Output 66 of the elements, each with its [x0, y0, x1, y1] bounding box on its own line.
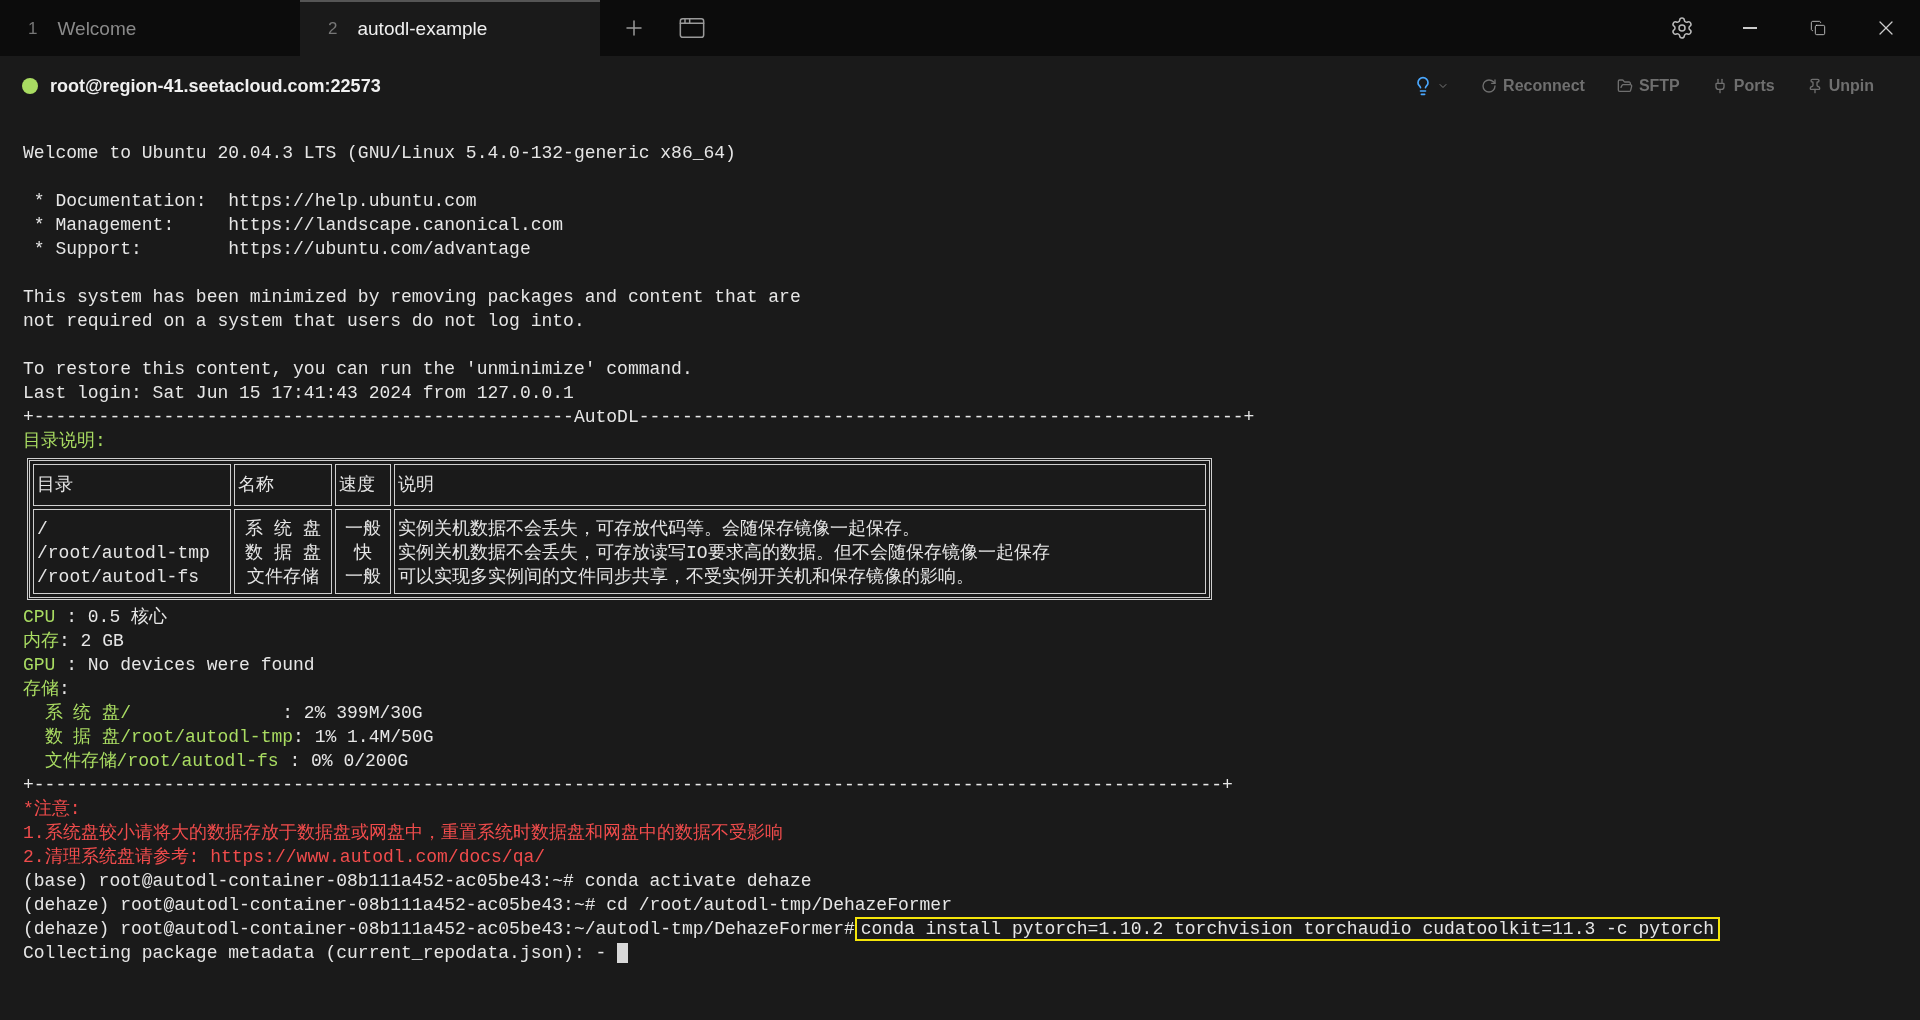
minimize-icon: [1743, 27, 1757, 29]
table-cell-text: 快: [352, 542, 373, 565]
tab-number: 1: [28, 18, 38, 41]
stat-value: : 2 GB: [59, 630, 124, 653]
table-cell-text: 实例关机数据不会丢失，可存放读写IO要求高的数据。但不会随保存镜像一起保存: [398, 542, 1051, 565]
table-header-cell: 目录: [33, 464, 231, 506]
folder-icon: [1616, 78, 1633, 94]
tab[interactable]: 2 autodl-example: [300, 0, 600, 56]
terminal-line: * Support: https://ubuntu.com/advantage: [32, 238, 532, 261]
shell-prompt: (base) root@autodl-container-08b111a452-ac05be43:~#: [23, 870, 575, 893]
shell-prompt: (dehaze) root@autodl-container-08b111a452-ac05be43:~#: [23, 894, 597, 917]
stat-label: 文件存储/root/autodl-fs: [43, 750, 280, 773]
stat-label: GPU: [23, 654, 57, 677]
table-header-cell: 说明: [394, 464, 1206, 506]
stat-label: 系 统 盘/: [43, 702, 132, 725]
tab-number: 2: [328, 18, 338, 41]
table-cell-text: 文件存储: [246, 566, 320, 589]
stat-value: :: [59, 678, 70, 701]
stat-label: 存储: [23, 678, 59, 701]
stat-label: CPU: [23, 606, 57, 629]
stat-value: : 0.5 核心: [66, 606, 168, 629]
table-cell-text: 系 统 盘: [244, 518, 322, 541]
table-cell-text: /: [37, 518, 49, 541]
reconnect-button[interactable]: Reconnect: [1473, 70, 1593, 102]
table-header-cell: 速度: [335, 464, 391, 506]
table-cell-text: /root/autodl-fs: [37, 566, 201, 589]
stat-value: : No devices were found: [66, 654, 315, 677]
tab-label: Welcome: [57, 16, 137, 41]
table-header-cell: 名称: [234, 464, 332, 506]
terminal-line: To restore this content, you can run the 'unminimize' command.: [23, 358, 694, 381]
terminal-line: Collecting package metadata (current_repodata.json): -: [23, 942, 608, 965]
table-cell-text: 实例关机数据不会丢失，可存放代码等。会随保存镜像一起保存。: [398, 518, 921, 541]
shell-command: conda install pytorch=1.10.2 torchvision torchaudio cudatoolkit=11.3 -c pytorch: [854, 917, 1721, 941]
terminal-line: not required on a system that users do not log into.: [23, 310, 586, 333]
terminal-line: * Documentation: https://help.ubuntu.com: [32, 190, 478, 213]
restore-icon: [1810, 20, 1826, 36]
settings-icon: [1670, 16, 1694, 40]
table-cell-text: 可以实现多实例间的文件同步共享，不受实例开关机和保存镜像的影响。: [398, 566, 975, 589]
shell-command: conda activate dehaze: [584, 870, 812, 893]
host-label: root@region-41.seetacloud.com:22573: [50, 74, 381, 98]
reload-icon: [1481, 78, 1498, 94]
stat-value: : 1% 1.4M/50G: [293, 726, 434, 749]
terminal-line: This system has been minimized by removing packages and content that are: [23, 286, 802, 309]
stat-value: : 2% 399M/30G: [282, 702, 423, 725]
warning-line: 1.系统盘较小请将大的数据存放于数据盘或网盘中，重置系统时数据盘和网盘中的数据不受影响: [23, 822, 784, 845]
tab-label: autodl-example: [357, 16, 488, 41]
stat-label: 数 据 盘/root/autodl-tmp: [43, 726, 294, 749]
terminal-line: Last login: Sat Jun 15 17:41:43 2024 from 127.0.0.1: [23, 382, 575, 405]
terminal-line: * Management: https://landscape.canonical.com: [32, 214, 565, 237]
shell-prompt: (dehaze) root@autodl-container-08b111a452-ac05be43:~/autodl-tmp/DehazeFormer#: [23, 918, 855, 941]
terminal-heading: 目录说明:: [23, 430, 107, 453]
stat-label: 内存: [23, 630, 59, 653]
sftp-button[interactable]: SFTP: [1608, 70, 1688, 102]
terminal-line: +--------------------------------------------------AutoDL--------------------------------------------------------+: [23, 406, 1256, 429]
terminal-line: +--------------------------------------------------------------------------------------------------------------+: [23, 774, 1234, 797]
warning-line: 2.清理系统盘请参考: https://www.autodl.com/docs/qa/: [23, 846, 547, 869]
warning-line: *注意:: [23, 798, 82, 821]
table-cell-text: 一般: [344, 518, 382, 541]
table-cell-text: 一般: [344, 566, 382, 589]
ports-button[interactable]: Ports: [1703, 70, 1783, 102]
stat-value: : 0% 0/200G: [289, 750, 409, 773]
table-cell-text: 数 据 盘: [244, 542, 322, 565]
table-cell-text: /root/autodl-tmp: [37, 542, 211, 565]
unpin-button[interactable]: Unpin: [1798, 70, 1882, 102]
shell-command: cd /root/autodl-tmp/DehazeFormer: [606, 894, 952, 917]
terminal-line: Welcome to Ubuntu 20.04.3 LTS (GNU/Linux 5.4.0-132-generic x86_64): [23, 142, 737, 165]
